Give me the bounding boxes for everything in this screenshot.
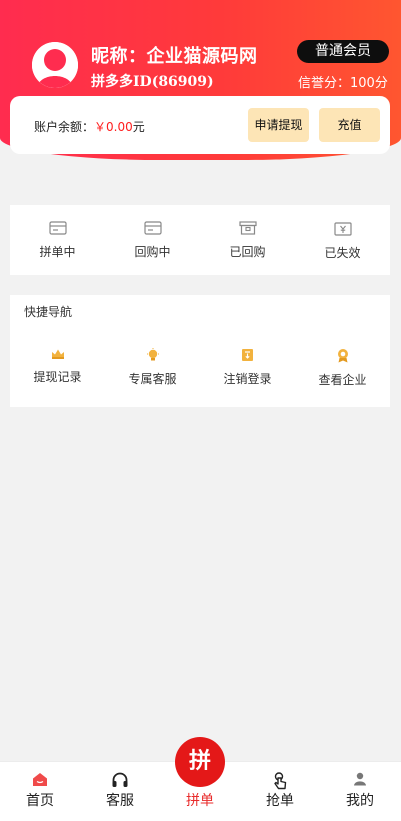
medal-icon: [337, 349, 348, 363]
nav-item-withdraw-records[interactable]: 提现记录: [10, 348, 105, 385]
balance-unit: 元: [132, 120, 145, 134]
recharge-button[interactable]: 充值: [319, 108, 380, 142]
status-item-pending[interactable]: 拼单中: [10, 221, 105, 260]
tap-icon: [274, 772, 287, 790]
crown-icon: [51, 349, 64, 359]
nav-item-logout[interactable]: 注销登录: [200, 348, 295, 387]
member-badge: 普通会员: [297, 40, 389, 63]
status-item-bought-back[interactable]: 已回购: [200, 221, 295, 260]
nav-label: 专属客服: [128, 372, 177, 386]
status-label: 拼单中: [39, 245, 76, 259]
quick-nav-card: 快捷导航 提现记录 专属客服 注销登录 查看企业: [10, 295, 390, 407]
order-status-card: 拼单中 回购中 已回购 已失效: [10, 205, 390, 275]
status-item-expired[interactable]: 已失效: [295, 221, 390, 261]
user-avatar-icon: [32, 42, 78, 88]
nickname: 昵称：企业猫源码网: [91, 46, 258, 67]
tab-label: 抢单: [266, 793, 294, 809]
avatar[interactable]: [32, 42, 78, 88]
person-icon: [354, 772, 366, 786]
yen-note-icon: [333, 222, 352, 236]
balance-amount: ￥0.00: [94, 120, 133, 134]
nav-label: 查看企业: [318, 373, 367, 387]
tab-label: 客服: [106, 793, 134, 809]
credit-score: 信誉分：100分: [298, 76, 388, 91]
tab-label: 首页: [26, 793, 54, 809]
home-icon: [33, 773, 47, 786]
tab-label: 我的: [346, 793, 374, 809]
card-icon: [48, 221, 67, 235]
status-item-buyback[interactable]: 回购中: [105, 221, 200, 260]
status-label: 已回购: [229, 245, 266, 259]
nav-item-support[interactable]: 专属客服: [105, 348, 200, 387]
headset-icon: [112, 772, 128, 787]
card-icon: [143, 221, 162, 235]
pin-center-button[interactable]: 拼: [175, 737, 225, 787]
withdraw-button[interactable]: 申请提现: [248, 108, 309, 142]
status-label: 回购中: [134, 245, 171, 259]
balance-row: 账户余额：￥0.00元: [34, 118, 145, 135]
status-label: 已失效: [324, 246, 361, 260]
balance-label: 账户余额：: [34, 120, 95, 134]
quick-nav-title: 快捷导航: [24, 305, 73, 319]
bulb-icon: [146, 348, 159, 361]
nav-label: 注销登录: [223, 372, 272, 386]
tab-label: 拼单: [186, 793, 214, 809]
exit-doc-icon: [242, 349, 253, 361]
user-id: 拼多多ID(86909): [91, 74, 214, 90]
nav-item-company[interactable]: 查看企业: [295, 348, 390, 388]
balance-card: 账户余额：￥0.00元 申请提现 充值: [10, 96, 390, 154]
nav-label: 提现记录: [33, 370, 82, 384]
box-icon: [238, 221, 257, 235]
